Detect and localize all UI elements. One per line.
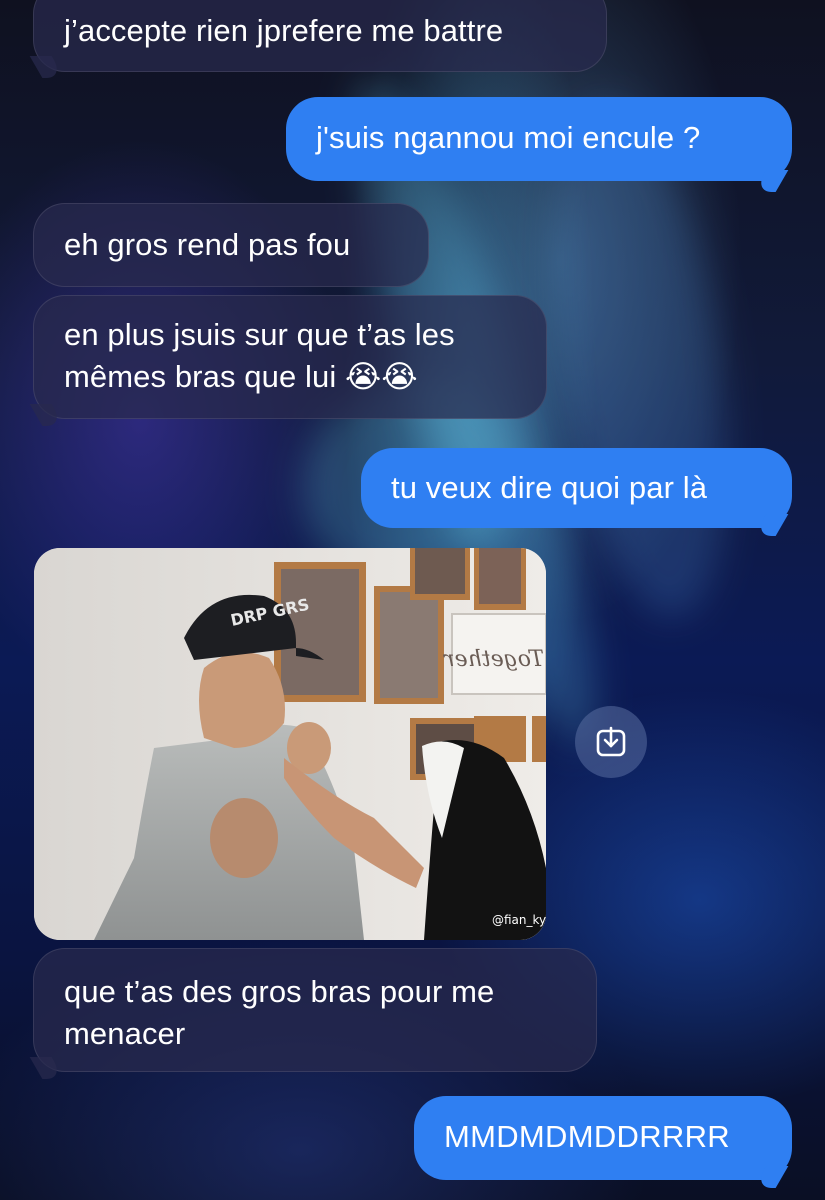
message-text-line: en plus jsuis sur que t’as les [64,317,455,352]
video-thumbnail: Together DRP GRS @fian_ky [34,548,546,940]
message-text-line: que t’as des gros bras pour me [64,974,495,1009]
message-bubble-outgoing[interactable]: MMDMDMDDRRRR [414,1096,792,1180]
video-attachment[interactable]: Together DRP GRS @fian_ky [34,548,546,940]
message-text: j'suis ngannou moi encule ? [316,120,701,155]
message-bubble-incoming[interactable]: en plus jsuis sur que t’as les mêmes bra… [33,295,547,419]
video-watermark: @fian_ky [492,913,546,927]
message-text: tu veux dire quoi par là [391,470,708,505]
message-text: eh gros rend pas fou [64,227,351,262]
message-bubble-outgoing[interactable]: j'suis ngannou moi encule ? [286,97,792,181]
message-text: MMDMDMDDRRRR [444,1119,730,1154]
message-text-line: menacer [64,1016,186,1051]
message-text: j’accepte rien jprefere me battre [64,13,504,48]
sign-text: Together [443,647,544,672]
message-bubble-incoming[interactable]: que t’as des gros bras pour me menacer [33,948,597,1072]
message-text-line: mêmes bras que lui 😭😭 [64,359,418,394]
download-icon [596,726,626,757]
message-bubble-outgoing[interactable]: tu veux dire quoi par là [361,448,792,528]
save-media-button[interactable] [575,706,647,778]
message-bubble-incoming[interactable]: eh gros rend pas fou [33,203,429,287]
message-bubble-incoming[interactable]: j’accepte rien jprefere me battre [33,0,607,72]
